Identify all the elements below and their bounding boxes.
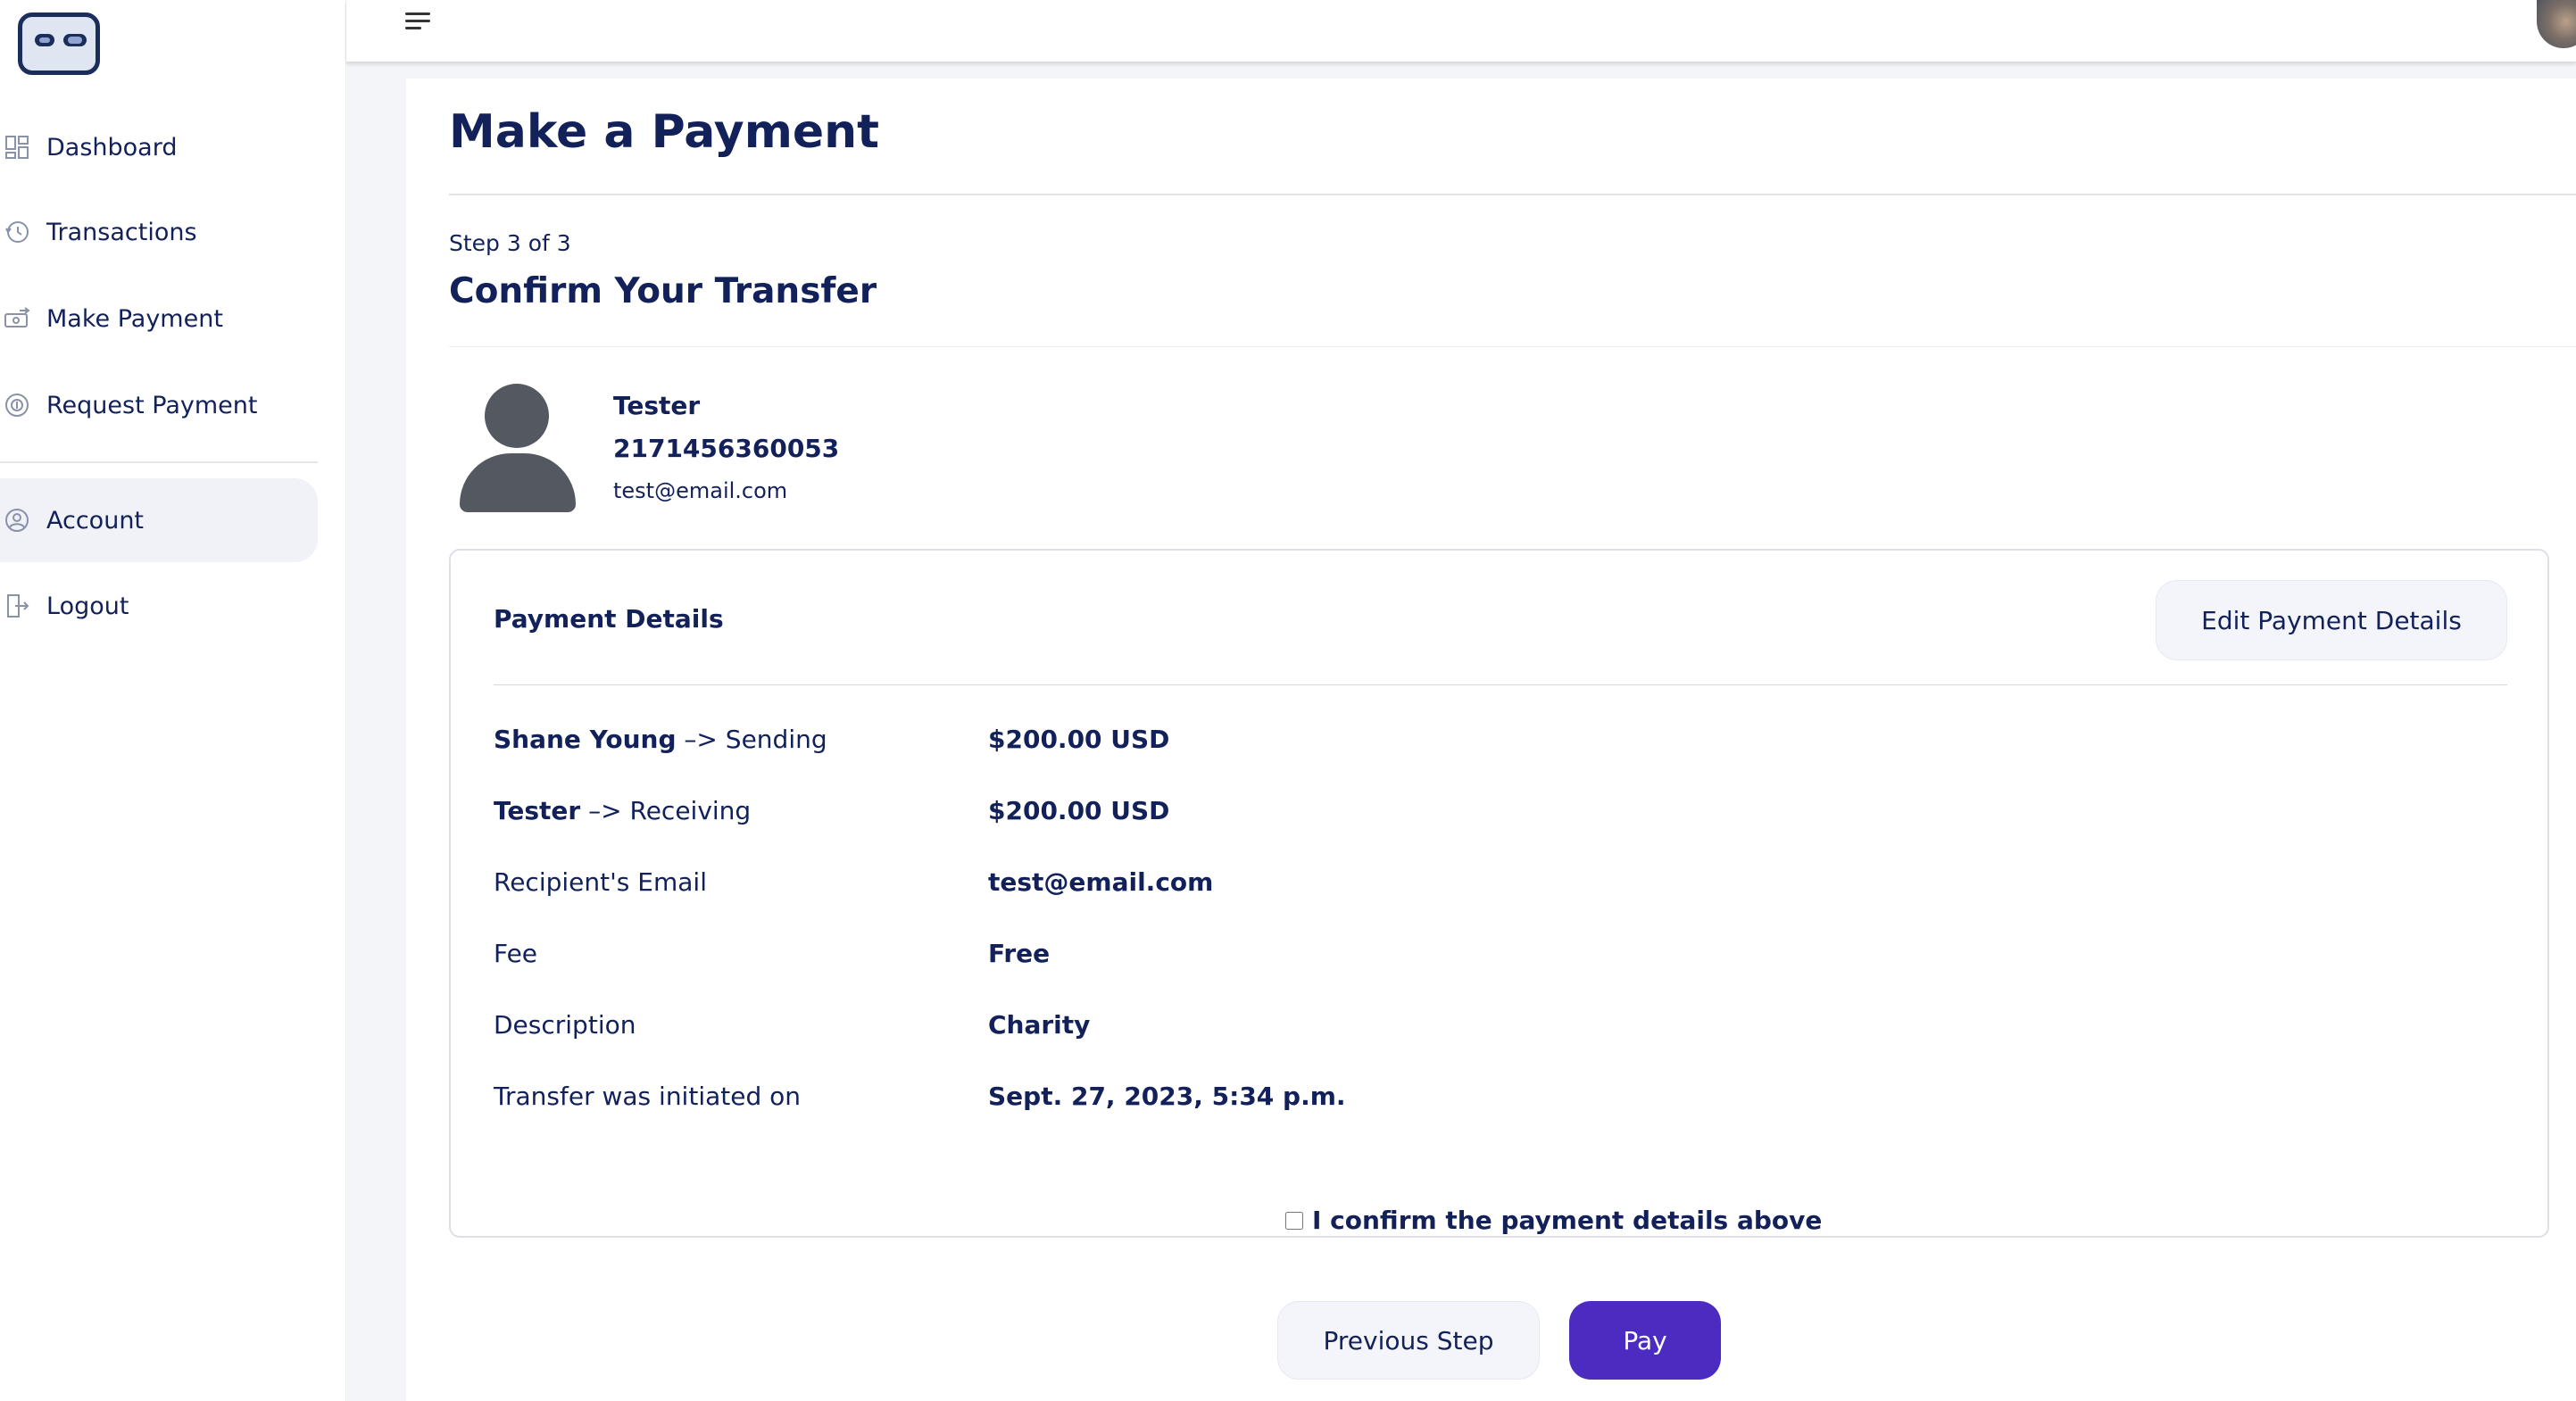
detail-label: Recipient's Email bbox=[494, 867, 707, 897]
detail-row-description: Description Charity bbox=[494, 1010, 2457, 1046]
sidebar-item-label: Logout bbox=[46, 592, 129, 620]
detail-value: Free bbox=[988, 939, 1051, 968]
receiver-name: Tester bbox=[494, 796, 581, 825]
detail-row-sending: Shane Young –> Sending $200.00 USD bbox=[494, 725, 2457, 760]
menu-icon[interactable] bbox=[405, 12, 432, 32]
sidebar-item-label: Make Payment bbox=[46, 304, 223, 333]
app-logo[interactable] bbox=[18, 12, 100, 75]
detail-row-initiated-on: Transfer was initiated on Sept. 27, 2023… bbox=[494, 1082, 2457, 1117]
sidebar-item-make-payment[interactable]: Make Payment bbox=[0, 277, 318, 361]
detail-label: –> Receiving bbox=[580, 796, 752, 825]
previous-step-button[interactable]: Previous Step bbox=[1277, 1301, 1540, 1380]
sidebar-item-account[interactable]: Account bbox=[0, 478, 318, 562]
detail-row-recipient-email: Recipient's Email test@email.com bbox=[494, 867, 2457, 903]
sidebar-item-request-payment[interactable]: Request Payment bbox=[0, 363, 318, 447]
confirm-checkbox-row[interactable]: I confirm the payment details above bbox=[1285, 1206, 1822, 1235]
detail-row-fee: Fee Free bbox=[494, 939, 2457, 974]
send-money-icon bbox=[4, 305, 30, 332]
sidebar-item-dashboard[interactable]: Dashboard bbox=[0, 105, 318, 189]
page-title: Make a Payment bbox=[449, 105, 880, 159]
user-circle-icon bbox=[4, 507, 30, 534]
main-content: Make a Payment Step 3 of 3 Confirm Your … bbox=[406, 79, 2576, 1401]
dashboard-icon bbox=[4, 134, 30, 161]
sidebar-item-label: Dashboard bbox=[46, 133, 178, 162]
edit-payment-details-button[interactable]: Edit Payment Details bbox=[2156, 580, 2507, 660]
history-icon bbox=[4, 219, 30, 245]
section-divider bbox=[449, 346, 2576, 347]
sidebar-item-label: Account bbox=[46, 506, 145, 535]
step-indicator: Step 3 of 3 bbox=[449, 230, 571, 256]
section-title: Confirm Your Transfer bbox=[449, 271, 877, 311]
payment-details-title: Payment Details bbox=[494, 604, 724, 634]
recipient-account-number: 2171456360053 bbox=[613, 434, 840, 463]
detail-label: Fee bbox=[494, 939, 538, 968]
sidebar: Dashboard Transactions Make Payment Requ… bbox=[0, 0, 346, 1401]
sidebar-item-transactions[interactable]: Transactions bbox=[0, 190, 318, 274]
request-money-icon bbox=[4, 392, 30, 419]
detail-value: test@email.com bbox=[988, 867, 1214, 897]
detail-row-receiving: Tester –> Receiving $200.00 USD bbox=[494, 796, 2457, 832]
confirm-checkbox[interactable] bbox=[1285, 1211, 1303, 1230]
title-divider bbox=[449, 194, 2576, 195]
detail-label: Transfer was initiated on bbox=[494, 1082, 802, 1111]
recipient-avatar-icon bbox=[460, 382, 576, 512]
sender-name: Shane Young bbox=[494, 725, 677, 754]
detail-value: Sept. 27, 2023, 5:34 p.m. bbox=[988, 1082, 1346, 1111]
recipient-name: Tester bbox=[613, 391, 701, 420]
detail-value: Charity bbox=[988, 1010, 1091, 1040]
detail-label: –> Sending bbox=[676, 725, 827, 754]
pay-button[interactable]: Pay bbox=[1569, 1301, 1721, 1380]
detail-value: $200.00 USD bbox=[988, 725, 1170, 754]
logout-icon bbox=[4, 593, 30, 619]
top-bar bbox=[346, 0, 2576, 62]
detail-label: Description bbox=[494, 1010, 636, 1040]
details-divider bbox=[494, 684, 2507, 685]
detail-value: $200.00 USD bbox=[988, 796, 1170, 825]
sidebar-item-label: Request Payment bbox=[46, 391, 258, 419]
user-avatar[interactable] bbox=[2537, 0, 2576, 48]
sidebar-divider bbox=[0, 461, 318, 463]
payment-details-card: Payment Details Edit Payment Details Sha… bbox=[449, 549, 2549, 1238]
confirm-label: I confirm the payment details above bbox=[1312, 1206, 1823, 1235]
sidebar-item-label: Transactions bbox=[46, 218, 197, 246]
sidebar-item-logout[interactable]: Logout bbox=[0, 564, 318, 648]
recipient-email: test@email.com bbox=[613, 478, 788, 503]
